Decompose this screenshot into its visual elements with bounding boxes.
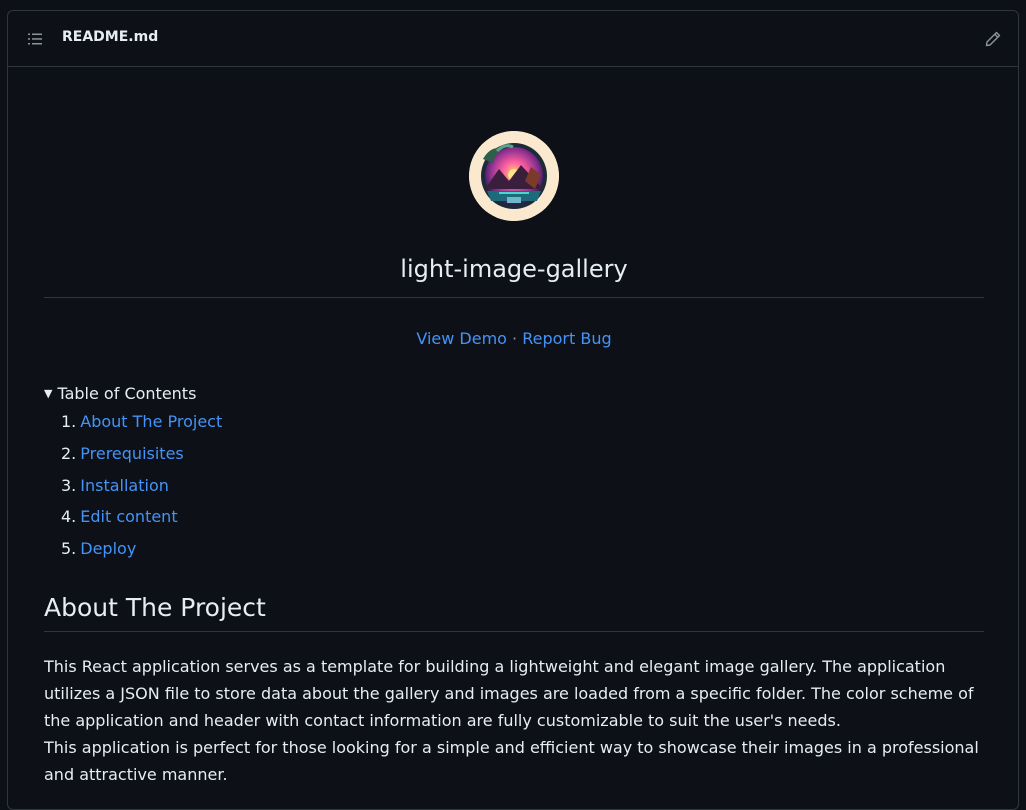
toc-item-number: 5. <box>61 539 77 559</box>
triangle-down-icon: ▼ <box>44 387 53 400</box>
about-text-2: This application is perfect for those lo… <box>44 738 979 784</box>
toc-item: 4. Edit content <box>61 507 222 539</box>
toc-item: 3. Installation <box>61 476 222 508</box>
project-logo <box>469 131 559 221</box>
project-title: light-image-gallery <box>400 255 628 283</box>
toc-item: 5. Deploy <box>61 539 222 571</box>
title-divider <box>44 297 984 298</box>
list-unordered-icon <box>28 33 42 45</box>
toc-link-installation[interactable]: Installation <box>80 476 169 495</box>
toc-link-deploy[interactable]: Deploy <box>80 539 136 558</box>
pencil-icon <box>985 31 1001 47</box>
project-links: View Demo · Report Bug <box>44 329 984 348</box>
view-demo-link[interactable]: View Demo <box>416 329 507 348</box>
project-logo-image <box>469 131 559 221</box>
toc-item: 2. Prerequisites <box>61 444 222 476</box>
toc-list: 1. About The Project 2. Prerequisites 3. In… <box>61 412 222 571</box>
toc-item: 1. About The Project <box>61 412 222 444</box>
file-name: README.md <box>62 29 159 45</box>
toc-item-number: 4. <box>61 507 77 527</box>
about-paragraph: This React application serves as a templ… <box>44 653 989 788</box>
edit-file-button[interactable] <box>982 28 1004 50</box>
toc-item-number: 1. <box>61 412 77 431</box>
link-separator: · <box>506 329 523 348</box>
toc-link-edit-content[interactable]: Edit content <box>80 507 177 526</box>
toc-item-number: 2. <box>61 443 77 463</box>
readme-header: README.md <box>8 11 1018 67</box>
about-text-1: This React application serves as a templ… <box>44 657 974 730</box>
toc-summary[interactable]: ▼ Table of Contents <box>44 384 196 403</box>
readme-panel: README.md light-image-gallery View Demo … <box>7 10 1019 810</box>
about-divider <box>44 631 984 632</box>
toc-summary-label: Table of Contents <box>57 384 197 403</box>
toc-item-number: 3. <box>61 475 77 495</box>
toc-link-prerequisites[interactable]: Prerequisites <box>80 444 183 463</box>
report-bug-link[interactable]: Report Bug <box>522 329 611 348</box>
about-heading: About The Project <box>44 593 266 622</box>
toc-link-about[interactable]: About The Project <box>80 412 222 431</box>
toc-toggle-button[interactable] <box>24 28 46 50</box>
